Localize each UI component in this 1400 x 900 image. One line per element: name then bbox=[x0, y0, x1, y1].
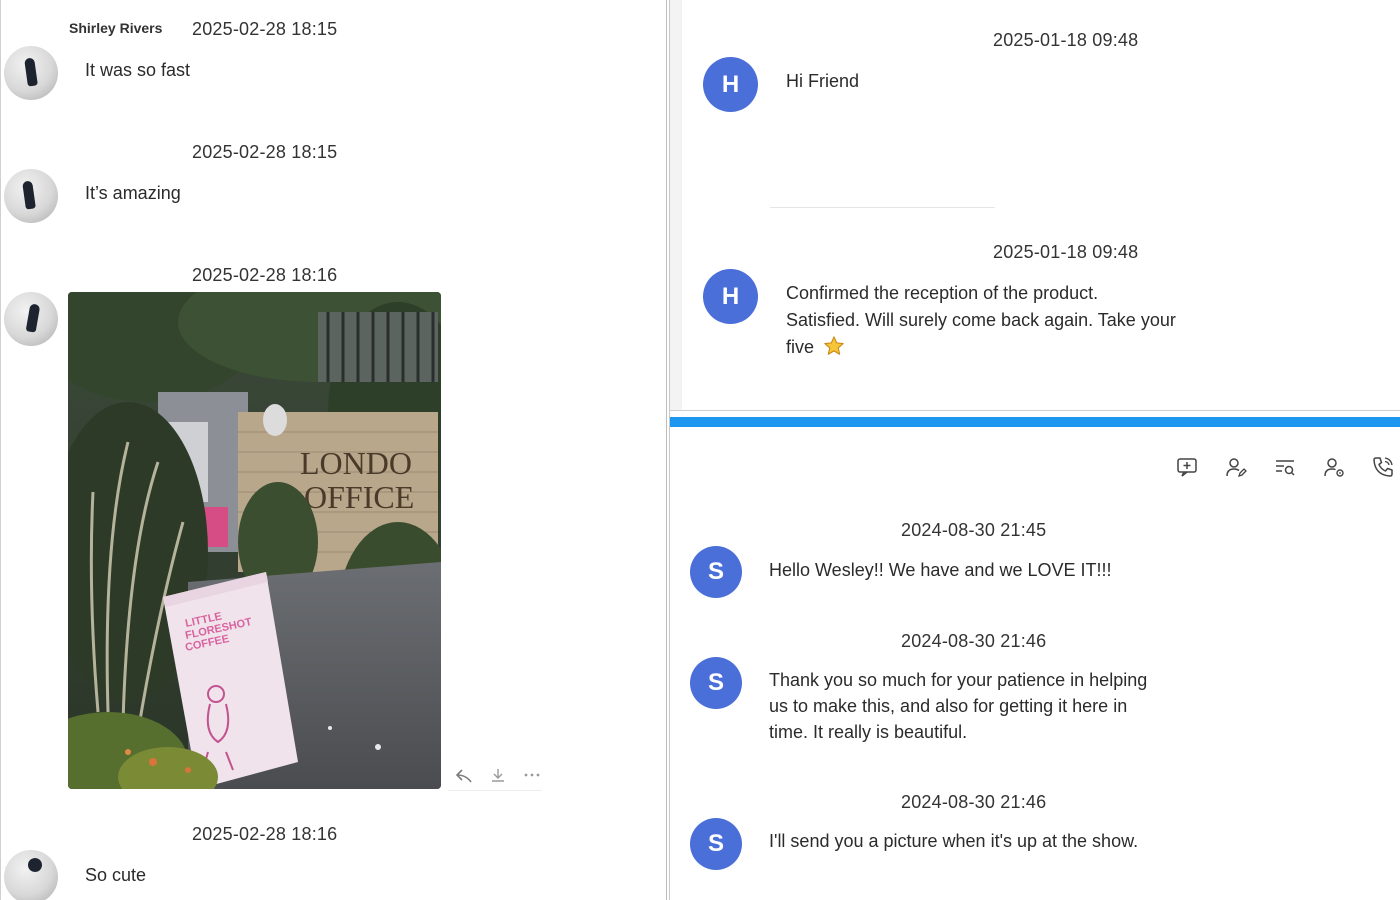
message-text[interactable]: So cute bbox=[85, 862, 146, 889]
search-list-icon[interactable] bbox=[1272, 454, 1298, 480]
message-line: us to make this, and also for getting it… bbox=[769, 696, 1128, 716]
avatar-letter: S bbox=[707, 558, 724, 585]
shared-photo[interactable]: LONDO OFFICE LITTLE FLORESHOT COFFEE bbox=[68, 292, 441, 789]
contact-avatar[interactable]: H bbox=[703, 269, 758, 324]
message-line: Confirmed the reception of the product. bbox=[786, 283, 1099, 303]
sender-name: Shirley Rivers bbox=[69, 20, 163, 36]
accent-bar bbox=[670, 417, 1400, 427]
message-text[interactable]: Hi Friend bbox=[786, 68, 859, 95]
reply-icon[interactable] bbox=[454, 765, 474, 785]
message-timestamp: 2025-01-18 09:48 bbox=[993, 30, 1139, 50]
message-timestamp: 2025-01-18 09:48 bbox=[993, 242, 1139, 262]
photo-action-bar bbox=[448, 760, 542, 791]
avatar-letter: H bbox=[721, 70, 740, 98]
message-text[interactable]: Hello Wesley!! We have and we LOVE IT!!! bbox=[769, 557, 1111, 584]
avatar-letter: H bbox=[721, 282, 740, 310]
message-line: five bbox=[786, 337, 815, 357]
user-avatar[interactable] bbox=[4, 46, 58, 100]
add-message-icon[interactable] bbox=[1174, 454, 1200, 480]
chat-toolbar bbox=[1174, 453, 1396, 481]
user-avatar[interactable] bbox=[4, 850, 58, 900]
right-top-chat-panel: H 2025-01-18 09:48 Hi Friend H 2025-01-1… bbox=[669, 0, 1400, 410]
wall-text-line1: LONDO bbox=[300, 445, 412, 481]
contact-avatar[interactable]: S bbox=[690, 546, 742, 598]
left-chat-panel: Shirley Rivers 2025-02-28 18:15 It was s… bbox=[0, 0, 667, 900]
user-avatar[interactable] bbox=[4, 292, 58, 346]
user-avatar[interactable] bbox=[4, 169, 58, 223]
contact-avatar[interactable]: S bbox=[690, 657, 742, 709]
message-text[interactable]: It was so fast bbox=[85, 57, 190, 84]
divider bbox=[770, 207, 995, 208]
star-icon bbox=[823, 335, 845, 357]
message-line-with-emoji: five bbox=[786, 334, 1226, 361]
avatar-letter: S bbox=[707, 830, 724, 857]
message-timestamp: 2024-08-30 21:46 bbox=[901, 792, 1047, 812]
message-text[interactable]: I'll send you a picture when it's up at … bbox=[769, 828, 1138, 855]
message-line: Thank you so much for your patience in h… bbox=[769, 670, 1148, 690]
avatar-letter: S bbox=[707, 669, 724, 696]
message-timestamp: 2024-08-30 21:46 bbox=[901, 631, 1047, 651]
more-icon[interactable] bbox=[522, 765, 542, 785]
message-timestamp: 2025-02-28 18:16 bbox=[192, 824, 338, 844]
contact-avatar[interactable]: H bbox=[703, 57, 758, 112]
right-bottom-chat-panel: S 2024-08-30 21:45 Hello Wesley!! We hav… bbox=[669, 410, 1400, 900]
message-text[interactable]: Thank you so much for your patience in h… bbox=[769, 667, 1189, 745]
message-text[interactable]: Confirmed the reception of the product. … bbox=[786, 280, 1226, 361]
message-timestamp: 2025-02-28 18:15 bbox=[192, 142, 338, 162]
message-line: Satisfied. Will surely come back again. … bbox=[786, 310, 1176, 330]
message-timestamp: 2025-02-28 18:15 bbox=[192, 19, 338, 39]
message-timestamp: 2025-02-28 18:16 bbox=[192, 265, 338, 285]
photo-coffee-shop-sign: LONDO OFFICE LITTLE FLORESHOT COFFEE bbox=[68, 292, 441, 789]
phone-icon[interactable] bbox=[1370, 454, 1396, 480]
message-timestamp: 2024-08-30 21:45 bbox=[901, 520, 1047, 540]
message-line: time. It really is beautiful. bbox=[769, 722, 968, 742]
download-icon[interactable] bbox=[488, 765, 508, 785]
user-settings-icon[interactable] bbox=[1321, 454, 1347, 480]
contact-avatar[interactable]: S bbox=[690, 818, 742, 870]
wall-text-line2: OFFICE bbox=[304, 479, 414, 515]
panel-gutter bbox=[670, 0, 682, 410]
user-edit-icon[interactable] bbox=[1223, 454, 1249, 480]
message-text[interactable]: It’s amazing bbox=[85, 180, 181, 207]
